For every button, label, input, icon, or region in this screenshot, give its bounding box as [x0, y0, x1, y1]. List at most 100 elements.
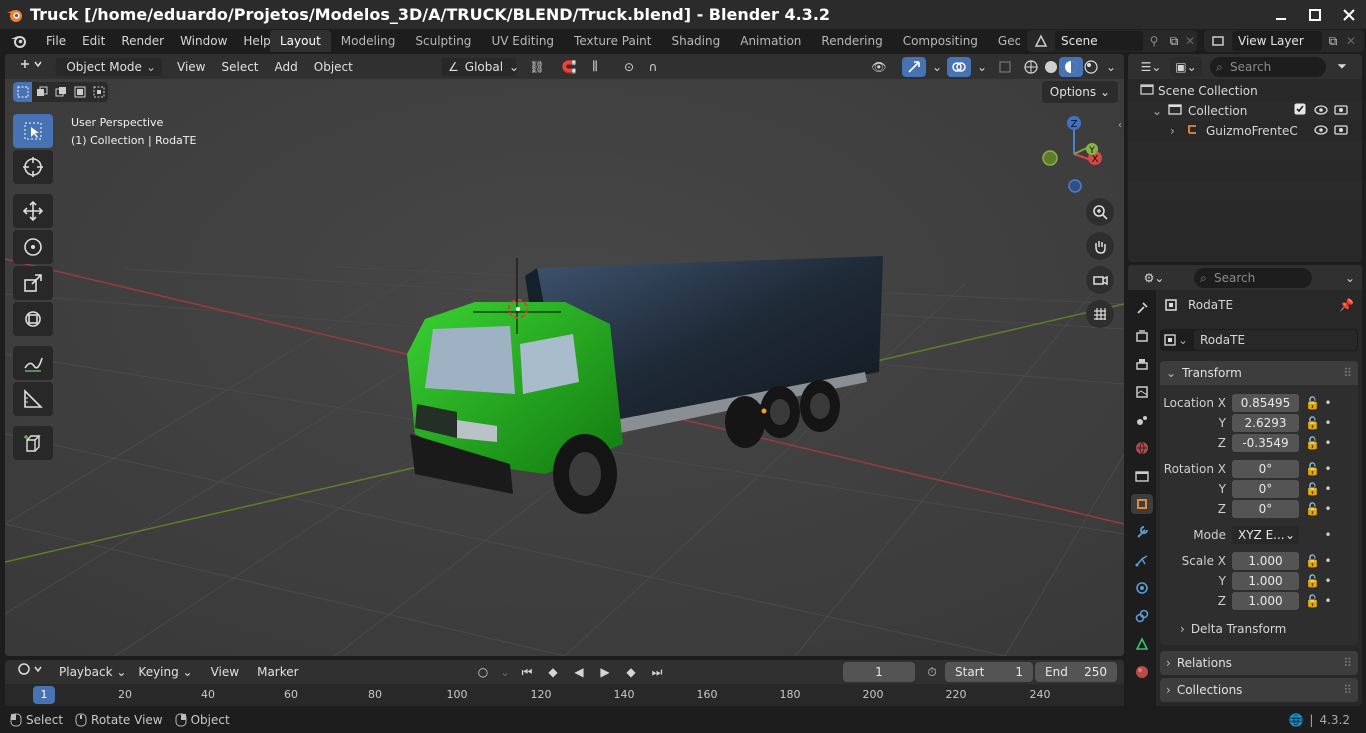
chevron-down-icon[interactable]: ⌄: [1338, 268, 1362, 288]
play-reverse-icon[interactable]: ◀: [567, 662, 591, 682]
lock-icon[interactable]: 🔓: [1305, 574, 1321, 588]
checkbox-icon[interactable]: [1294, 101, 1306, 121]
transform-tool[interactable]: [13, 302, 53, 336]
collection-tab-icon[interactable]: [1131, 466, 1153, 486]
close-icon[interactable]: [1342, 8, 1356, 22]
chevron-down-icon[interactable]: ⌄: [493, 662, 517, 682]
tab-uv-editing[interactable]: UV Editing: [481, 30, 564, 52]
camera-icon[interactable]: [1334, 101, 1348, 121]
lock-icon[interactable]: 🔓: [1305, 416, 1321, 430]
prev-keyframe-icon[interactable]: ◆: [541, 662, 565, 682]
material-tab-icon[interactable]: [1131, 662, 1153, 682]
chevron-down-icon[interactable]: ⌄: [925, 57, 949, 77]
tab-layout[interactable]: Layout: [270, 30, 331, 52]
rotation-z-field[interactable]: 0°: [1232, 500, 1299, 518]
eye-icon[interactable]: [1314, 121, 1328, 141]
drag-handle-icon[interactable]: ⠿: [1343, 678, 1352, 702]
lock-icon[interactable]: 🔓: [1305, 436, 1321, 450]
select-box-tool[interactable]: [13, 114, 53, 148]
scale-y-field[interactable]: 1.000: [1232, 572, 1299, 590]
transform-orientation-dropdown[interactable]: ∠ Global ⌄: [441, 56, 519, 77]
view-layer-tab-icon[interactable]: [1131, 382, 1153, 402]
properties-editor-type-icon[interactable]: ⚙⌄: [1136, 268, 1172, 288]
rotation-mode-dropdown[interactable]: XYZ E... ⌄: [1232, 526, 1299, 544]
gizmo-neg-y-axis[interactable]: [1042, 150, 1058, 166]
select-new-icon[interactable]: [13, 82, 32, 102]
guizmo-object-row[interactable]: › GuizmoFrenteC: [1128, 121, 1362, 141]
drag-handle-icon[interactable]: ⠿: [1343, 651, 1352, 675]
current-frame-field[interactable]: 1: [843, 662, 915, 682]
xray-toggle-icon[interactable]: [993, 57, 1017, 77]
physics-tab-icon[interactable]: [1131, 578, 1153, 598]
rotate-tool[interactable]: [13, 230, 53, 264]
delta-transform-subpanel[interactable]: › Delta Transform: [1160, 619, 1358, 639]
new-scene-icon[interactable]: ⧉: [1165, 34, 1183, 49]
camera-view-icon[interactable]: [1086, 266, 1114, 294]
scale-z-field[interactable]: 1.000: [1232, 592, 1299, 610]
select-extend-icon[interactable]: [32, 82, 51, 102]
overlays-toggle-icon[interactable]: [947, 56, 971, 77]
scene-selector[interactable]: Scene ⚲ ⧉ ✕: [1027, 30, 1197, 52]
stopwatch-icon[interactable]: ⏱: [920, 662, 944, 682]
remove-scene-icon[interactable]: ✕: [1183, 34, 1197, 48]
modifiers-tab-icon[interactable]: [1131, 522, 1153, 542]
output-tab-icon[interactable]: [1131, 354, 1153, 374]
keyframe-dot-icon[interactable]: •: [1321, 574, 1335, 588]
menu-window[interactable]: Window: [172, 30, 235, 52]
options-dropdown[interactable]: Options ⌄: [1041, 81, 1118, 103]
drag-handle-icon[interactable]: ⠿: [1343, 361, 1352, 385]
next-keyframe-icon[interactable]: ◆: [619, 662, 643, 682]
menu-edit[interactable]: Edit: [74, 30, 113, 52]
keyframe-dot-icon[interactable]: •: [1321, 554, 1335, 568]
object-tab-icon[interactable]: [1131, 494, 1153, 514]
jump-end-icon[interactable]: ⏭: [645, 662, 669, 682]
lock-icon[interactable]: 🔓: [1305, 594, 1321, 608]
play-icon[interactable]: ▶: [593, 662, 617, 682]
scene-name[interactable]: Scene: [1055, 31, 1143, 51]
pin-icon[interactable]: 📌: [1339, 298, 1354, 312]
world-tab-icon[interactable]: [1131, 438, 1153, 458]
end-frame-field[interactable]: End 250: [1035, 662, 1117, 682]
object-name-input[interactable]: RodaTE: [1194, 330, 1357, 350]
particles-tab-icon[interactable]: [1131, 550, 1153, 570]
gizmo-toggle-icon[interactable]: [902, 56, 926, 77]
lock-icon[interactable]: 🔓: [1305, 462, 1321, 476]
lock-icon[interactable]: 🔓: [1305, 482, 1321, 496]
sidebar-toggle-icon[interactable]: ‹: [1118, 120, 1122, 131]
keyframe-dot-icon[interactable]: •: [1321, 436, 1335, 450]
timeline-view-menu[interactable]: View: [205, 662, 245, 682]
rotation-y-field[interactable]: 0°: [1232, 480, 1299, 498]
transform-panel-header[interactable]: ⌄ Transform ⠿: [1160, 361, 1358, 385]
expand-chevron-icon[interactable]: ⌄: [1152, 101, 1168, 121]
visibility-icon[interactable]: 👁: [867, 57, 891, 77]
annotate-tool[interactable]: [13, 346, 53, 380]
object-datablock-field[interactable]: ⌄ RodaTE: [1160, 329, 1358, 351]
render-tab-icon[interactable]: [1131, 326, 1153, 346]
collections-panel-header[interactable]: › Collections ⠿: [1160, 678, 1358, 702]
pivot-point-icon[interactable]: ⛓: [525, 57, 549, 77]
rotation-x-field[interactable]: 0°: [1232, 460, 1299, 478]
tool-tab-icon[interactable]: [1131, 298, 1153, 318]
marker-menu[interactable]: Marker: [251, 662, 304, 682]
keyframe-dot-icon[interactable]: •: [1321, 462, 1335, 476]
location-z-field[interactable]: -0.3549: [1232, 434, 1299, 452]
outliner-search-field[interactable]: ⌕ Search: [1210, 56, 1326, 77]
select-subtract-icon[interactable]: [51, 82, 70, 102]
keyframe-dot-icon[interactable]: •: [1321, 416, 1335, 430]
jump-start-icon[interactable]: ⏮: [515, 662, 539, 682]
tab-texture-paint[interactable]: Texture Paint: [564, 30, 661, 52]
tab-compositing[interactable]: Compositing: [893, 30, 988, 52]
select-intersect-icon[interactable]: [89, 82, 108, 102]
blender-menu-icon[interactable]: [0, 33, 38, 49]
tab-geometry-nodes[interactable]: Geometry Noc: [988, 30, 1020, 52]
eye-icon[interactable]: [1314, 101, 1328, 121]
timeline-editor-type-icon[interactable]: [11, 662, 47, 682]
3d-viewport[interactable]: Object Mode ⌄ View Select Add Object ∠ G…: [5, 54, 1124, 656]
lock-icon[interactable]: 🔓: [1305, 396, 1321, 410]
keyframe-dot-icon[interactable]: •: [1321, 482, 1335, 496]
view-layer-selector[interactable]: View Layer ⧉ ✕: [1204, 30, 1364, 52]
mode-dropdown[interactable]: Object Mode ⌄: [55, 56, 163, 77]
filter-icon[interactable]: ⏷: [1330, 57, 1354, 77]
tab-modeling[interactable]: Modeling: [331, 30, 406, 52]
tab-animation[interactable]: Animation: [730, 30, 811, 52]
